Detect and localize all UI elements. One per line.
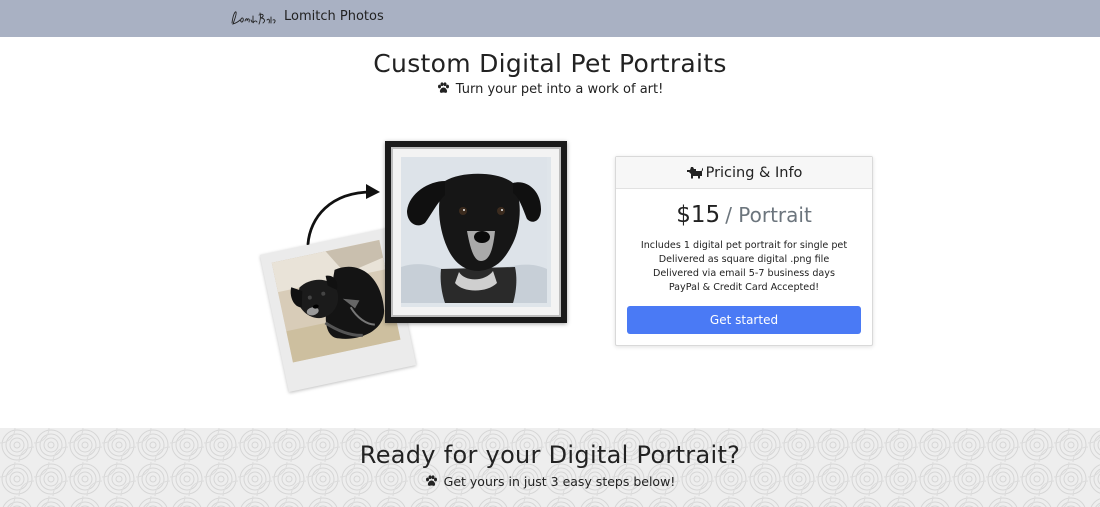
pricing-card-header: Pricing & Info (616, 157, 872, 189)
paw-icon (437, 82, 449, 93)
framed-portrait (385, 141, 567, 323)
dog-portrait (401, 157, 551, 307)
brand-logo[interactable] (229, 7, 279, 29)
dog-photo (271, 239, 401, 363)
steps-title: Ready for your Digital Portrait? (359, 441, 741, 469)
portrait-mat (391, 147, 561, 317)
feature-item: PayPal & Credit Card Accepted! (668, 282, 820, 293)
hero-subtitle-text: Turn your pet into a work of art! (455, 82, 664, 97)
navbar: Lomitch Photos (0, 0, 1100, 37)
price-amount: $15 (676, 202, 721, 228)
hero-subtitle: Turn your pet into a work of art! (0, 82, 1100, 98)
feature-item: Delivered via email 5-7 business days (653, 268, 835, 279)
steps-section: Ready for your Digital Portrait? Get you… (0, 428, 1100, 507)
page-title: Custom Digital Pet Portraits (373, 49, 727, 78)
pricing-card: Pricing & Info $15 / Portrait Includes 1… (615, 156, 873, 346)
feature-item: Includes 1 digital pet portrait for sing… (640, 240, 848, 251)
steps-subtitle: Get yours in just 3 easy steps below! (0, 474, 1100, 490)
paw-icon (425, 475, 437, 486)
pricing-card-title: Pricing & Info (705, 165, 803, 181)
steps-subtitle-text: Get yours in just 3 easy steps below! (443, 474, 676, 489)
get-started-button[interactable]: Get started (627, 306, 861, 334)
feature-item: Delivered as square digital .png file (658, 254, 830, 265)
price-unit: / Portrait (725, 203, 812, 227)
brand-name[interactable]: Lomitch Photos (284, 9, 384, 25)
price: $15 / Portrait (616, 201, 872, 231)
feature-list: Includes 1 digital pet portrait for sing… (616, 239, 872, 295)
dog-icon (686, 167, 703, 179)
